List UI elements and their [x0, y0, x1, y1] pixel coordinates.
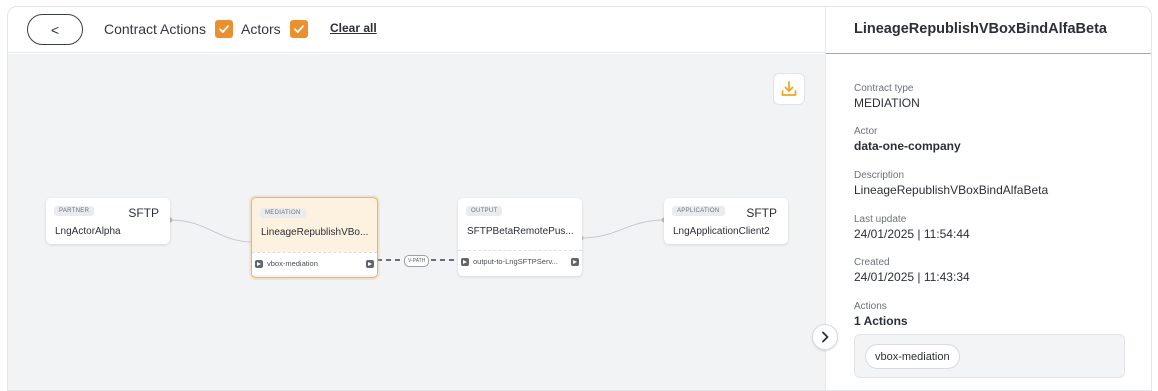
actions-list: vbox-mediation — [854, 334, 1125, 378]
check-icon — [219, 25, 229, 33]
filter-contract-actions-label: Contract Actions — [104, 21, 206, 37]
actors-checkbox[interactable] — [289, 20, 308, 38]
contract-actions-checkbox[interactable] — [214, 20, 233, 38]
port-in-icon[interactable] — [255, 260, 263, 268]
field-actor: Actor data-one-company — [854, 126, 961, 153]
node-badge: MEDIATION — [260, 208, 306, 218]
clear-all-link[interactable]: Clear all — [330, 21, 377, 35]
node-protocol: SFTP — [128, 206, 159, 220]
node-name: LineageRepublishVBo... — [261, 227, 369, 238]
node-protocol: SFTP — [746, 206, 777, 220]
check-icon — [293, 25, 304, 33]
node-badge: OUTPUT — [466, 206, 503, 216]
field-label: Contract type — [854, 83, 914, 94]
node-name: SFTPBetaRemotePus... — [467, 226, 574, 237]
action-chip[interactable]: vbox-mediation — [865, 344, 960, 369]
back-button[interactable]: < — [27, 14, 83, 45]
app-frame: < Contract Actions Actors Clear all PART… — [7, 6, 1152, 391]
node-action-label: vbox-mediation — [267, 259, 318, 268]
port-out-icon[interactable] — [366, 260, 374, 268]
node-output[interactable]: OUTPUT SFTPBetaRemotePus... output-to-Ln… — [458, 198, 582, 276]
field-label: Created — [854, 257, 890, 268]
field-created: Created 24/01/2025 | 11:43:34 — [854, 257, 970, 284]
field-value: MEDIATION — [854, 96, 920, 110]
field-value: data-one-company — [854, 139, 961, 153]
field-description: Description LineageRepublishVBoxBindAlfa… — [854, 170, 1048, 197]
field-label: Actor — [854, 126, 878, 137]
field-contract-type: Contract type MEDIATION — [854, 83, 920, 110]
node-badge: APPLICATION — [672, 206, 725, 216]
edge-output-application — [580, 219, 665, 239]
port-in-icon[interactable] — [461, 258, 469, 266]
expand-panel-button[interactable] — [812, 324, 838, 350]
field-value: 24/01/2025 | 11:43:34 — [854, 270, 970, 284]
field-actions: Actions 1 Actions — [854, 301, 908, 328]
field-value: 1 Actions — [854, 314, 908, 328]
edge-partner-mediation — [169, 219, 254, 243]
chevron-right-icon — [822, 331, 829, 343]
filter-actors[interactable]: Actors — [241, 20, 308, 38]
port-out-icon[interactable] — [571, 258, 579, 266]
node-partner[interactable]: PARTNER SFTP LngActorAlpha — [46, 198, 170, 244]
details-panel: LineageRepublishVBoxBindAlfaBeta Contrac… — [825, 7, 1151, 390]
field-label: Actions — [854, 301, 887, 312]
field-value: 24/01/2025 | 11:54:44 — [854, 227, 970, 241]
node-name: LngActorAlpha — [55, 226, 121, 237]
graph-canvas[interactable]: PARTNER SFTP LngActorAlpha MEDIATION Lin… — [8, 54, 825, 390]
node-name: LngApplicationClient2 — [673, 226, 770, 237]
node-application[interactable]: APPLICATION SFTP LngApplicationClient2 — [664, 198, 788, 244]
node-action-row[interactable]: output-to-LngSFTPServ... — [458, 250, 582, 273]
field-label: Description — [854, 170, 905, 181]
node-action-label: output-to-LngSFTPServ... — [473, 257, 558, 266]
graph-toolbar: < Contract Actions Actors Clear all — [8, 7, 825, 53]
node-action-row[interactable]: vbox-mediation — [252, 252, 377, 275]
field-last-update: Last update 24/01/2025 | 11:54:44 — [854, 214, 970, 241]
vpath-label: V-PATH — [404, 255, 430, 267]
field-value: LineageRepublishVBoxBindAlfaBeta — [854, 183, 1049, 197]
node-mediation[interactable]: MEDIATION LineageRepublishVBo... vbox-me… — [251, 197, 378, 278]
panel-title: LineageRepublishVBoxBindAlfaBeta — [854, 21, 1107, 37]
filter-contract-actions[interactable]: Contract Actions — [104, 20, 233, 38]
filter-actors-label: Actors — [241, 21, 281, 37]
field-label: Last update — [854, 214, 907, 225]
panel-divider — [826, 53, 1151, 54]
node-badge: PARTNER — [54, 206, 95, 216]
